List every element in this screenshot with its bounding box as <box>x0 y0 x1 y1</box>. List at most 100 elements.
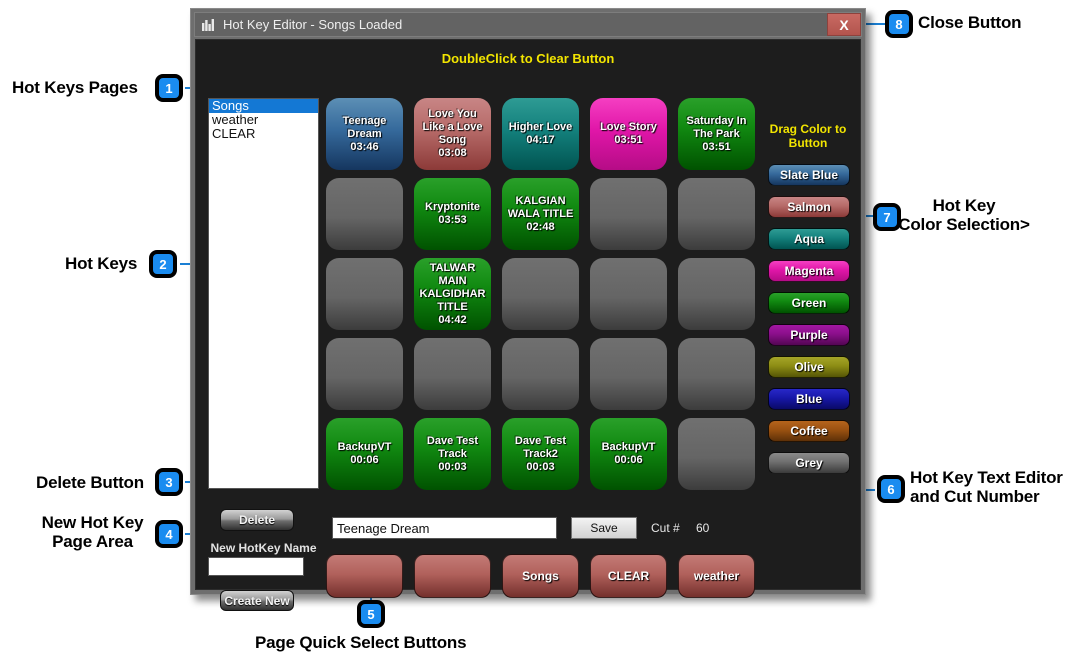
annotation-badge-2: 2 <box>150 251 176 277</box>
hot-key-button[interactable]: Higher Love 04:17 <box>502 98 579 170</box>
hot-key-button[interactable]: BackupVT 00:06 <box>590 418 667 490</box>
annotation-badge-8: 8 <box>886 11 912 37</box>
create-new-button[interactable]: Create New <box>220 590 294 611</box>
hot-key-text-input[interactable] <box>332 517 557 539</box>
annotation-label-1: Hot Keys Pages <box>12 78 138 97</box>
hot-key-duration: 04:17 <box>526 134 555 146</box>
hot-key-title: TALWAR MAIN KALGIDHAR TITLE <box>419 261 486 313</box>
hot-key-button[interactable]: KALGIAN WALA TITLE 02:48 <box>502 178 579 250</box>
color-swatch-button[interactable]: Magenta <box>768 260 850 282</box>
color-swatch-button[interactable]: Blue <box>768 388 850 410</box>
hot-key-button[interactable] <box>326 338 403 410</box>
annotation-badge-3: 3 <box>156 469 182 495</box>
clear-button-hint: DoubleClick to Clear Button <box>441 51 615 66</box>
hot-key-button[interactable] <box>590 258 667 330</box>
save-button[interactable]: Save <box>571 517 637 539</box>
hot-keys-grid: Teenage Dream 03:46 Love You Like a Love S… <box>326 98 756 498</box>
hot-key-title: Teenage Dream <box>342 114 387 140</box>
hot-key-button[interactable]: Love Story 03:51 <box>590 98 667 170</box>
hot-key-button[interactable] <box>678 338 755 410</box>
hot-key-duration: 00:03 <box>438 460 467 473</box>
color-swatch-button[interactable]: Slate Blue <box>768 164 850 186</box>
hot-key-button[interactable]: Dave Test Track 00:03 <box>414 418 491 490</box>
color-swatch-button[interactable]: Purple <box>768 324 850 346</box>
annotation-label-7: Hot Key Color Selection> <box>898 196 1030 234</box>
hot-key-duration: 02:48 <box>526 220 555 233</box>
color-swatch-button[interactable]: Green <box>768 292 850 314</box>
hot-key-duration: 03:08 <box>438 147 467 159</box>
color-swatch-button[interactable]: Aqua <box>768 228 850 250</box>
annotation-label-6: Hot Key Text Editor and Cut Number <box>910 468 1063 506</box>
hot-key-title: KALGIAN WALA TITLE <box>507 194 574 220</box>
hot-key-title: Dave Test Track2 <box>514 434 567 460</box>
page-list-item[interactable]: weather <box>209 113 318 127</box>
page-list-item[interactable]: Songs <box>209 99 318 113</box>
window-titlebar: Hot Key Editor - Songs Loaded X <box>194 12 862 37</box>
palette-title: Drag Color to Button <box>769 122 847 150</box>
hot-key-button[interactable] <box>414 338 491 410</box>
hot-key-title: Love Story <box>600 121 657 133</box>
annotation-label-5: Page Quick Select Buttons <box>255 633 467 652</box>
hot-key-editor-window: Hot Key Editor - Songs Loaded X DoubleCl… <box>190 8 866 611</box>
page-quick-select-button[interactable] <box>414 554 491 598</box>
hot-key-title: Kryptonite <box>425 201 480 213</box>
hot-key-title: BackupVT <box>337 441 392 453</box>
hot-key-button[interactable] <box>678 178 755 250</box>
annotation-label-8: Close Button <box>918 13 1022 32</box>
new-hotkey-name-label: New HotKey Name <box>210 541 317 555</box>
hot-key-duration: 00:06 <box>350 454 379 466</box>
hot-key-duration: 00:06 <box>614 454 643 466</box>
color-swatch-button[interactable]: Salmon <box>768 196 850 218</box>
hot-key-button[interactable] <box>590 338 667 410</box>
equalizer-icon <box>202 18 214 31</box>
annotation-label-2: Hot Keys <box>65 254 138 273</box>
delete-button[interactable]: Delete <box>220 509 294 531</box>
color-swatch-button[interactable]: Grey <box>768 452 850 474</box>
hot-key-button[interactable] <box>326 258 403 330</box>
annotation-label-4: New Hot Key Page Area <box>41 513 144 551</box>
hot-key-button[interactable]: Love You Like a Love Song 03:08 <box>414 98 491 170</box>
hot-key-button[interactable] <box>502 258 579 330</box>
page-quick-select-button[interactable]: CLEAR <box>590 554 667 598</box>
hot-key-button[interactable] <box>678 258 755 330</box>
hot-key-title: Higher Love <box>508 121 573 133</box>
hot-key-duration: 03:51 <box>702 140 731 153</box>
window-client-area: DoubleClick to Clear Button Songs weather… <box>195 39 861 611</box>
hot-key-button[interactable]: Teenage Dream 03:46 <box>326 98 403 170</box>
hot-key-button[interactable]: Dave Test Track2 00:03 <box>502 418 579 490</box>
hot-key-button[interactable]: Saturday In The Park 03:51 <box>678 98 755 170</box>
color-swatch-button[interactable]: Olive <box>768 356 850 378</box>
hot-key-title: Dave Test Track <box>426 434 479 460</box>
cut-number-value: 60 <box>696 521 710 535</box>
hot-key-duration: 00:03 <box>526 460 555 473</box>
hot-key-button[interactable] <box>678 418 755 490</box>
hot-key-button[interactable] <box>590 178 667 250</box>
page-quick-select-button[interactable]: weather <box>678 554 755 598</box>
new-hotkey-name-input[interactable] <box>208 557 304 576</box>
hot-key-duration: 03:53 <box>438 214 467 226</box>
hot-key-duration: 03:51 <box>614 134 643 146</box>
page-quick-select-button[interactable]: Songs <box>502 554 579 598</box>
window-title: Hot Key Editor - Songs Loaded <box>223 17 403 32</box>
annotation-badge-1: 1 <box>156 75 182 101</box>
color-swatch-button[interactable]: Coffee <box>768 420 850 442</box>
hot-key-duration: 04:42 <box>438 313 467 326</box>
page-quick-select-button[interactable] <box>326 554 403 598</box>
hot-keys-pages-list[interactable]: Songs weather CLEAR <box>208 98 319 489</box>
annotation-badge-5: 5 <box>358 601 384 627</box>
annotation-badge-4: 4 <box>156 521 182 547</box>
hot-key-title: Saturday In The Park <box>686 114 747 140</box>
close-button[interactable]: X <box>827 13 861 36</box>
annotation-badge-6: 6 <box>878 476 904 502</box>
hot-key-button[interactable]: Kryptonite 03:53 <box>414 178 491 250</box>
hot-key-title: BackupVT <box>601 441 656 453</box>
annotation-badge-7: 7 <box>874 204 900 230</box>
hot-key-button[interactable]: BackupVT 00:06 <box>326 418 403 490</box>
hot-key-button[interactable]: TALWAR MAIN KALGIDHAR TITLE 04:42 <box>414 258 491 330</box>
annotation-label-3: Delete Button <box>36 473 144 492</box>
hot-key-button[interactable] <box>502 338 579 410</box>
page-list-item[interactable]: CLEAR <box>209 127 318 141</box>
hot-key-duration: 03:46 <box>350 140 379 153</box>
hot-key-button[interactable] <box>326 178 403 250</box>
hot-key-title: Love You Like a Love Song <box>422 108 483 146</box>
